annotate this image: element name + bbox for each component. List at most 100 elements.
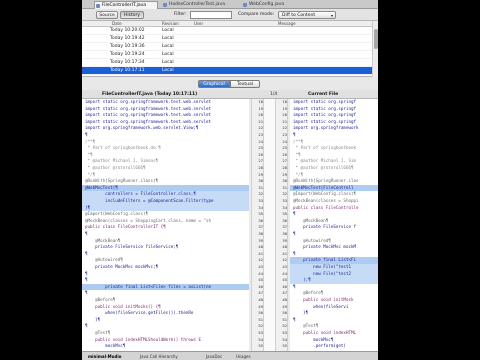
textual-toggle[interactable]: Textual	[230, 80, 260, 88]
line-number: 42	[258, 257, 263, 263]
code-line: private FileService fileService;¶	[85, 244, 179, 250]
graphical-toggle[interactable]: Graphical	[198, 80, 230, 88]
filter-input[interactable]	[190, 11, 232, 19]
code-line: private FileService f	[293, 224, 357, 230]
java-file-icon	[243, 3, 247, 7]
history-row-date: Today 10:20:02	[110, 28, 145, 33]
code-line: * @author @rotnroll666¶	[293, 165, 354, 170]
source-button[interactable]: Source	[96, 11, 118, 19]
editor-tab-label: HadesControllerTest.java	[169, 2, 225, 7]
bottom-tab-usages[interactable]: Usages	[236, 353, 251, 360]
line-number: 29	[282, 171, 287, 177]
code-line: public class FileControllerIT {¶	[85, 224, 166, 230]
line-number: 35	[258, 211, 263, 217]
code-line: import static org.springframework.test.w…	[85, 118, 212, 124]
code-line: import org.springframework	[293, 125, 359, 131]
line-number: 41	[258, 250, 263, 256]
filter-label: Filter:	[174, 12, 187, 17]
bottom-tab-output[interactable]: minimal-Mudio	[88, 353, 121, 360]
history-row-date: Today 10:19:42	[110, 36, 145, 41]
code-line: ¶	[85, 270, 88, 276]
line-number: 45	[258, 277, 263, 283]
code-line: ¶	[293, 211, 296, 217]
code-line: @MockBean(classes = Shoppi	[293, 198, 359, 203]
line-number: 48	[282, 297, 287, 302]
code-line: ¶	[293, 250, 296, 256]
editor-tab-webconfig[interactable]: WebConfig.java	[242, 1, 298, 9]
code-line: import static org.springframework.test.w…	[85, 112, 212, 118]
line-number: 53	[282, 330, 287, 335]
history-row[interactable]: Today 10:20:02 Local	[82, 27, 372, 35]
scrollbar-thumb[interactable]	[374, 29, 378, 49]
compare-mode-select[interactable]: Diff to Content ▾	[278, 11, 336, 19]
line-number: 34	[282, 204, 287, 210]
editor-tab-label: WebConfig.java	[249, 2, 285, 7]
line-number: 46	[282, 283, 287, 289]
line-number: 44	[282, 270, 287, 276]
bottom-tab-javadoc[interactable]: JavaDoc	[206, 353, 222, 360]
code-line: @RunWith(SpringRunner.clas	[293, 178, 359, 184]
diff-counter: 1/4	[270, 92, 278, 97]
right-code-pane[interactable]: import static org.springf import static o…	[290, 99, 378, 351]
line-number: 39	[258, 237, 263, 243]
code-line: @Before¶	[293, 290, 324, 296]
line-number: 51	[282, 316, 287, 322]
line-number: 34	[258, 204, 263, 210]
history-row-revision: Local	[162, 28, 174, 33]
code-line: import static org.springframework.test.w…	[85, 99, 212, 104]
line-number: 19	[282, 105, 287, 111]
code-line: ¶	[293, 132, 296, 137]
line-number: 46	[258, 283, 263, 289]
history-row-date: Today 10:17:34	[110, 60, 145, 65]
history-toolbar: Source History Filter: Compare mode: Dif…	[82, 9, 378, 21]
history-scrollbar[interactable]	[372, 21, 378, 77]
compare-mode-label: Compare mode:	[238, 12, 275, 17]
line-number: 50	[258, 310, 263, 316]
line-number: 36	[258, 217, 263, 223]
ide-history-window: FileControllerIT.java HadesControllerTes…	[82, 0, 378, 360]
history-button[interactable]: History	[120, 11, 144, 19]
bottom-tab-call-hierarchy[interactable]: Java Call Hierarchy	[140, 353, 178, 360]
line-number: 54	[282, 336, 287, 342]
code-line: @RunWith(SpringRunner.class)¶	[85, 178, 159, 184]
code-line: new File("test1	[290, 264, 378, 271]
code-line: @Autowired¶	[293, 237, 331, 243]
code-line: when(fileServi	[293, 303, 349, 309]
line-number: 49	[282, 303, 287, 309]
code-line: }¶	[85, 316, 101, 322]
line-number: 25	[282, 145, 287, 151]
code-line: * @author Michael J. Sim	[293, 158, 357, 164]
line-number: 31	[282, 184, 287, 190]
diff-connector	[264, 99, 275, 351]
line-number: 38	[258, 231, 263, 236]
code-line: ¶	[293, 283, 296, 289]
editor-tab-filecontrollerit[interactable]: FileControllerIT.java	[94, 1, 158, 9]
history-row[interactable]: Today 10:19:42 Local	[82, 35, 372, 43]
code-line: @Autowired¶	[85, 257, 123, 263]
code-line: public void indexHTMLShouldWork() throws…	[85, 336, 201, 342]
line-number: 32	[282, 191, 287, 197]
code-line: @MockBean¶	[293, 217, 329, 223]
line-number: 27	[258, 158, 263, 164]
editor-tab-hadescontrollertest[interactable]: HadesControllerTest.java	[162, 1, 238, 9]
history-row-selected[interactable]: Today 10:17:11 Local	[82, 67, 372, 75]
line-number: 42	[282, 257, 287, 263]
line-number: 36	[282, 217, 287, 223]
history-row[interactable]: Today 10:17:34 Local	[82, 59, 372, 67]
code-line: import static org.springf	[293, 105, 357, 111]
code-line: );¶	[290, 277, 378, 284]
line-number: 19	[258, 105, 263, 111]
code-line: ¶	[85, 290, 88, 296]
code-line: public void initMocks() {¶	[85, 303, 161, 309]
history-row-revision: Local	[162, 68, 174, 73]
line-number: 45	[282, 277, 287, 283]
code-line: when(fileService.getFiles()).thenRe	[85, 310, 194, 316]
code-line: private final List<File> files = asList(…	[82, 283, 249, 291]
left-line-numbers: 18 19 20 21 22 23 24 25 26 27 28 29 30 31 32 33 34 35 36 37…	[251, 99, 264, 351]
code-line: @Test¶	[293, 323, 319, 329]
history-table: Date Revision User Message Today 10:20:0…	[82, 21, 378, 77]
history-row[interactable]: Today 10:19:24 Local	[82, 51, 372, 59]
line-number: 38	[282, 231, 287, 236]
left-code-pane[interactable]: import static org.springframework.test.w…	[82, 99, 249, 351]
history-row[interactable]: Today 10:19:36 Local	[82, 43, 372, 51]
